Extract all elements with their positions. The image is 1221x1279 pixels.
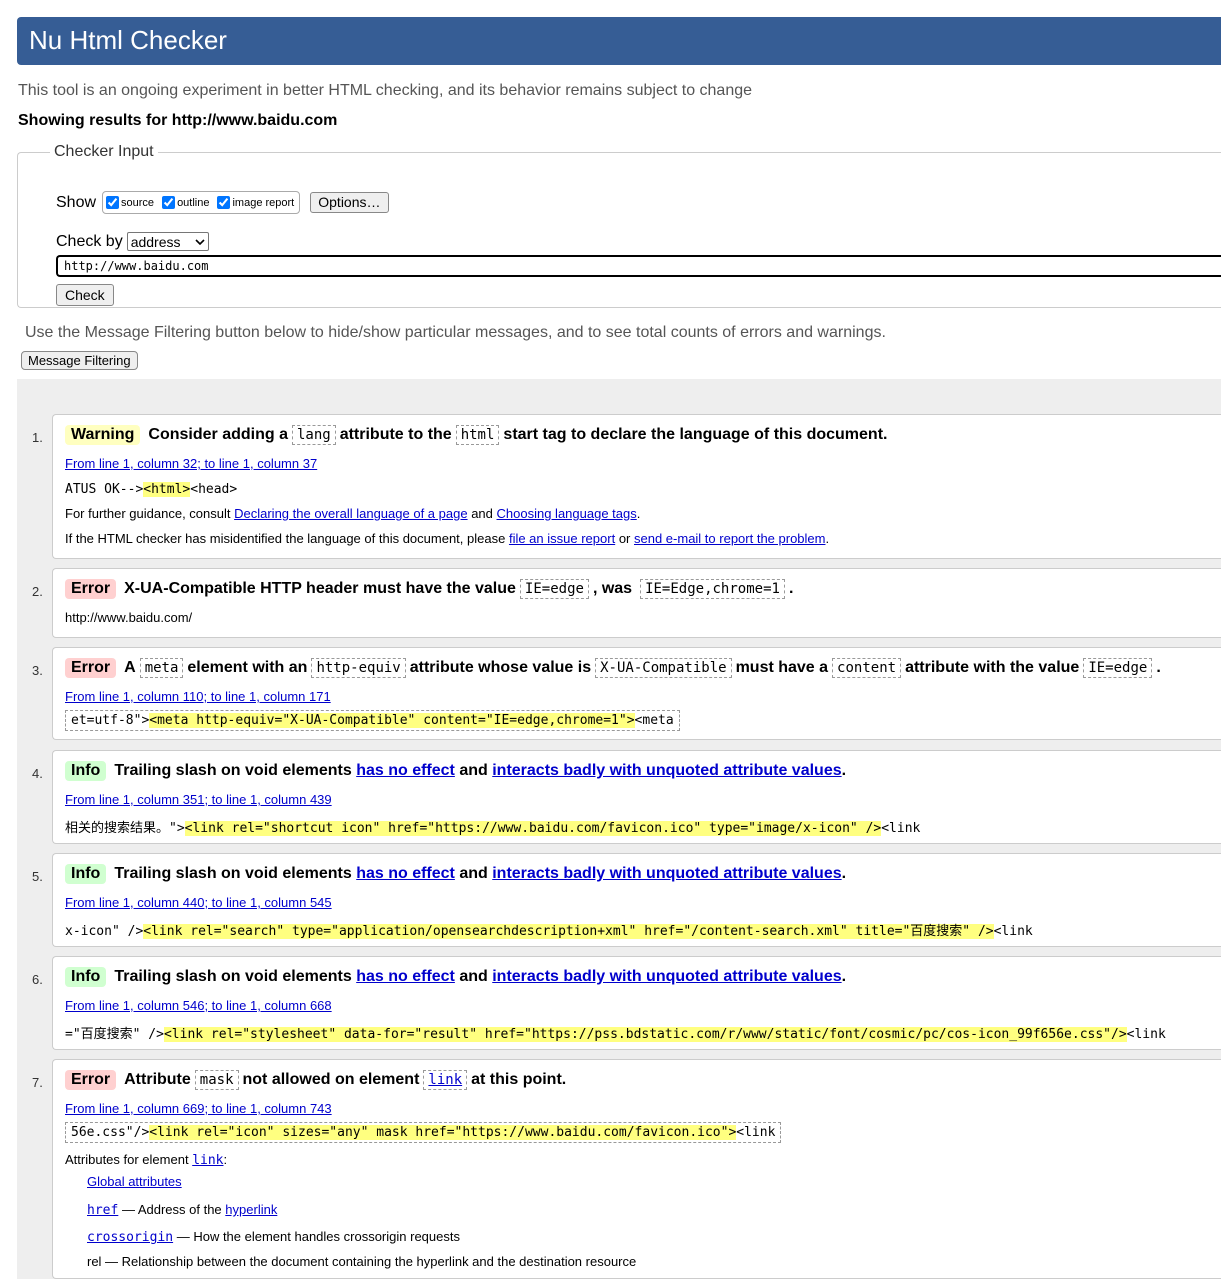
show-label: Show: [56, 193, 97, 211]
message-title: Error A meta element with an http-equiv …: [65, 658, 1161, 678]
image-report-checkbox[interactable]: [217, 196, 231, 209]
check-button[interactable]: Check: [56, 284, 114, 306]
location-link[interactable]: From line 1, column 546; to line 1, colu…: [65, 998, 332, 1013]
message-number: 4.: [32, 766, 43, 781]
code-x-ua-compatible: X-UA-Compatible: [595, 658, 732, 678]
has-no-effect-link[interactable]: has no effect: [356, 762, 455, 780]
rel-attribute-item: rel — Relationship between the document …: [87, 1254, 637, 1269]
page-title: Nu Html Checker: [29, 25, 227, 55]
code-ie-edge-chrome: IE=Edge,chrome=1: [640, 579, 785, 599]
location-link[interactable]: From line 1, column 669; to line 1, colu…: [65, 1101, 332, 1116]
intro-text: This tool is an ongoing experiment in be…: [18, 82, 753, 99]
code-http-equiv: http-equiv: [311, 658, 406, 678]
show-options: source outline image report: [102, 191, 301, 214]
show-source-option[interactable]: source: [106, 196, 154, 209]
results-panel: 1. Warning Consider adding a lang attrib…: [17, 379, 1221, 1279]
interacts-badly-link[interactable]: interacts badly with unquoted attribute …: [492, 865, 841, 883]
code-meta: meta: [139, 658, 184, 678]
message-4: 4. Info Trailing slash on void elements …: [32, 750, 1221, 844]
info-badge: Info: [65, 967, 107, 987]
chevron-down-icon: [195, 238, 205, 245]
checker-legend: Checker Input: [54, 143, 154, 160]
error-badge: Error: [65, 1070, 117, 1090]
warning-badge: Warning: [65, 425, 141, 445]
crossorigin-attribute-item: crossorigin — How the element handles cr…: [87, 1229, 460, 1245]
check-by-label: Check by: [56, 232, 123, 250]
message-number: 1.: [32, 430, 43, 445]
source-extract: x-icon" /><link rel="search" type="appli…: [65, 924, 1033, 939]
outline-checkbox[interactable]: [162, 196, 176, 209]
code-link-element[interactable]: link: [423, 1070, 468, 1090]
source-extract: et=utf-8"><meta http-equiv="X-UA-Compati…: [65, 710, 680, 731]
message-6: 6. Info Trailing slash on void elements …: [32, 956, 1221, 1050]
message-number: 5.: [32, 869, 43, 884]
checker-input-fieldset: Checker Input Show source outline image …: [17, 143, 1221, 308]
message-title: Info Trailing slash on void elements has…: [65, 864, 846, 884]
send-email-link[interactable]: send e-mail to report the problem: [634, 531, 825, 546]
message-number: 6.: [32, 972, 43, 987]
crossorigin-attribute-link[interactable]: crossorigin: [87, 1230, 173, 1245]
message-filtering-button[interactable]: Message Filtering: [21, 351, 138, 370]
hyperlink-link[interactable]: hyperlink: [225, 1202, 277, 1217]
message-2: 2. Error X-UA-Compatible HTTP header mus…: [32, 568, 1221, 638]
message-number: 7.: [32, 1075, 43, 1090]
source-extract: ATUS OK--><html><head>: [65, 482, 238, 497]
interacts-badly-link[interactable]: interacts badly with unquoted attribute …: [492, 762, 841, 780]
location-link[interactable]: From line 1, column 32; to line 1, colum…: [65, 456, 317, 471]
attributes-for-element: Attributes for element link:: [65, 1152, 228, 1168]
message-number: 2.: [32, 584, 43, 599]
message-title: Warning Consider adding a lang attribute…: [65, 425, 887, 445]
misidentified-text: If the HTML checker has misidentified th…: [65, 531, 830, 546]
has-no-effect-link[interactable]: has no effect: [356, 968, 455, 986]
source-extract: 相关的搜索结果。"><link rel="shortcut icon" href…: [65, 821, 921, 836]
message-3: 3. Error A meta element with an http-equ…: [32, 647, 1221, 740]
location-link[interactable]: From line 1, column 110; to line 1, colu…: [65, 689, 331, 704]
message-5: 5. Info Trailing slash on void elements …: [32, 853, 1221, 947]
code-ie-edge: IE=edge: [519, 579, 589, 599]
source-extract: ="百度搜索" /><link rel="stylesheet" data-fo…: [65, 1027, 1166, 1042]
code-mask: mask: [194, 1070, 239, 1090]
href-attribute-item: href — Address of the hyperlink: [87, 1202, 278, 1218]
location-link[interactable]: From line 1, column 440; to line 1, colu…: [65, 895, 332, 910]
error-badge: Error: [65, 658, 117, 678]
info-badge: Info: [65, 761, 107, 781]
source-extract: 56e.css"/><link rel="icon" sizes="any" m…: [65, 1122, 782, 1143]
global-attributes-link[interactable]: Global attributes: [87, 1174, 182, 1189]
message-title: Info Trailing slash on void elements has…: [65, 761, 846, 781]
check-by-select[interactable]: address: [126, 232, 209, 251]
check-by-row: Check by address: [56, 232, 209, 251]
message-title: Error X-UA-Compatible HTTP header must h…: [65, 579, 793, 599]
show-image-report-option[interactable]: image report: [217, 196, 294, 209]
message-title: Info Trailing slash on void elements has…: [65, 967, 846, 987]
showing-results: Showing results for http://www.baidu.com: [18, 112, 338, 129]
error-badge: Error: [65, 579, 117, 599]
link-element-link[interactable]: link: [192, 1153, 223, 1168]
location-link[interactable]: From line 1, column 351; to line 1, colu…: [65, 792, 332, 807]
show-row: Show source outline image report Options…: [56, 191, 389, 214]
message-7: 7. Error Attribute mask not allowed on e…: [32, 1059, 1221, 1279]
code-ie-edge: IE=edge: [1083, 658, 1153, 678]
code-lang: lang: [291, 425, 336, 445]
interacts-badly-link[interactable]: interacts badly with unquoted attribute …: [492, 968, 841, 986]
href-attribute-link[interactable]: href: [87, 1203, 118, 1218]
guidance-text: For further guidance, consult Declaring …: [65, 506, 641, 521]
source-checkbox[interactable]: [106, 196, 120, 209]
has-no-effect-link[interactable]: has no effect: [356, 865, 455, 883]
url-input[interactable]: http://www.baidu.com: [56, 255, 1221, 277]
info-badge: Info: [65, 864, 107, 884]
declaring-language-link[interactable]: Declaring the overall language of a page: [234, 506, 467, 521]
options-button[interactable]: Options…: [310, 192, 389, 213]
code-content: content: [832, 658, 902, 678]
message-url: http://www.baidu.com/: [65, 610, 193, 625]
message-1: 1. Warning Consider adding a lang attrib…: [32, 414, 1221, 559]
message-number: 3.: [32, 663, 43, 678]
message-title: Error Attribute mask not allowed on elem…: [65, 1070, 566, 1090]
choosing-language-tags-link[interactable]: Choosing language tags: [497, 506, 637, 521]
file-issue-link[interactable]: file an issue report: [509, 531, 615, 546]
show-outline-option[interactable]: outline: [162, 196, 209, 209]
app-header: Nu Html Checker: [17, 17, 1221, 65]
code-html: html: [455, 425, 500, 445]
filter-note: Use the Message Filtering button below t…: [25, 324, 886, 341]
